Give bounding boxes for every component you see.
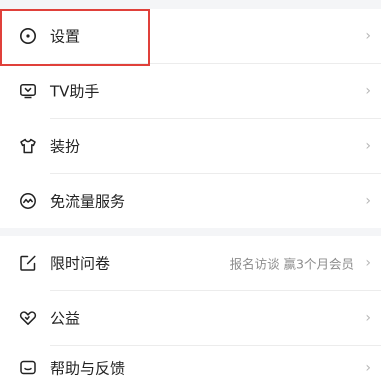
menu-item-label: 设置: [50, 27, 81, 46]
message-square-icon: [19, 359, 37, 377]
tshirt-icon: [19, 137, 37, 155]
edit-icon: [19, 254, 37, 272]
chevron-right-icon: ›: [365, 28, 371, 44]
menu-item-tv-assistant[interactable]: TV助手 ›: [0, 64, 381, 118]
menu-item-label: 帮助与反馈: [50, 359, 126, 377]
chevron-right-icon: ›: [365, 359, 371, 376]
tv-icon: [19, 82, 37, 100]
menu-group-secondary: 限时问卷 报名访谈 赢3个月会员 › 公益 › 帮助与反馈 ›: [0, 236, 381, 389]
menu-item-label: 限时问卷: [50, 254, 111, 273]
menu-item-label: TV助手: [50, 82, 100, 101]
chevron-right-icon: ›: [365, 255, 371, 271]
menu-item-label: 免流量服务: [50, 192, 126, 211]
wave-circle-icon: [19, 192, 37, 210]
top-spacer: [0, 0, 381, 9]
menu-item-dress-up[interactable]: 装扮 ›: [0, 119, 381, 173]
menu-item-label: 公益: [50, 309, 81, 328]
menu-item-label: 装扮: [50, 137, 81, 156]
clock-circle-icon: [19, 27, 37, 45]
menu-item-survey[interactable]: 限时问卷 报名访谈 赢3个月会员 ›: [0, 236, 381, 290]
chevron-right-icon: ›: [365, 310, 371, 326]
menu-item-help-feedback[interactable]: 帮助与反馈 ›: [0, 346, 381, 389]
chevron-right-icon: ›: [365, 83, 371, 99]
heart-icon: [19, 309, 37, 327]
chevron-right-icon: ›: [365, 138, 371, 154]
menu-item-settings[interactable]: 设置 ›: [0, 9, 381, 63]
settings-menu-page: 设置 › TV助手 › 装扮 › 免流量服务 › 限时问卷 报名访谈 赢3个月会…: [0, 0, 381, 389]
menu-item-free-data[interactable]: 免流量服务 ›: [0, 174, 381, 228]
menu-item-charity[interactable]: 公益 ›: [0, 291, 381, 345]
chevron-right-icon: ›: [365, 193, 371, 209]
promo-text: 报名访谈 赢3个月会员: [229, 256, 354, 272]
menu-group-primary: 设置 › TV助手 › 装扮 › 免流量服务 ›: [0, 9, 381, 228]
